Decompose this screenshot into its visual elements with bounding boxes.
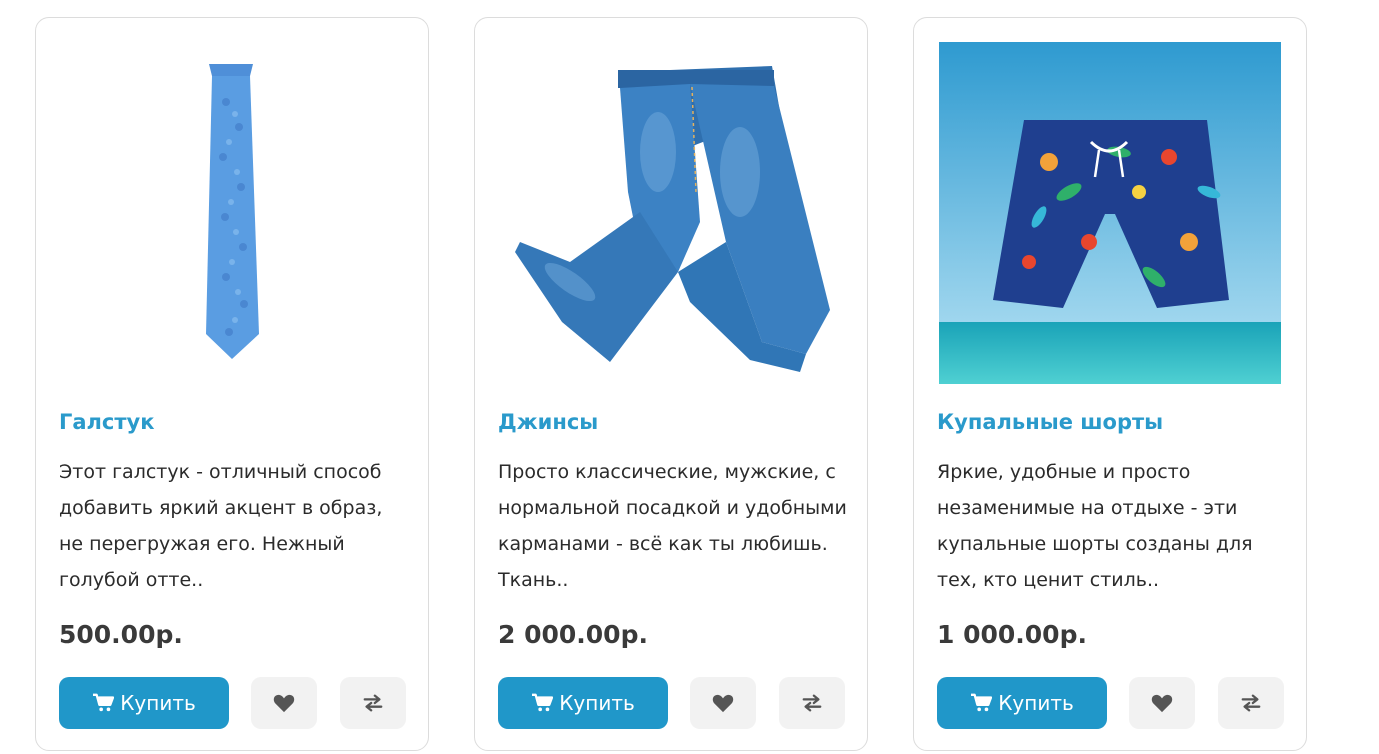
product-image-tie[interactable] — [61, 42, 403, 384]
add-to-wishlist-button[interactable] — [690, 677, 756, 729]
buy-button[interactable]: Купить — [937, 677, 1107, 729]
add-to-compare-button[interactable] — [1218, 677, 1284, 729]
compare-arrows-icon — [363, 694, 383, 712]
add-to-wishlist-button[interactable] — [1129, 677, 1195, 729]
cart-icon — [532, 693, 554, 712]
product-price: 2 000.00р. — [498, 620, 648, 649]
buy-button[interactable]: Купить — [59, 677, 229, 729]
product-description: Яркие, удобные и просто незаменимые на о… — [937, 461, 1253, 591]
compare-arrows-icon — [802, 694, 822, 712]
add-to-wishlist-button[interactable] — [251, 677, 317, 729]
add-to-compare-button[interactable] — [779, 677, 845, 729]
buy-button-label: Купить — [559, 691, 635, 715]
product-image-jeans[interactable] — [500, 42, 842, 384]
product-card: Джинсы Просто классические, мужские, с н… — [474, 17, 868, 751]
product-image-swim-shorts[interactable] — [939, 42, 1281, 384]
product-title[interactable]: Купальные шорты — [937, 410, 1163, 434]
cart-icon — [93, 693, 115, 712]
cart-icon — [971, 693, 993, 712]
product-price: 1 000.00р. — [937, 620, 1087, 649]
product-price: 500.00р. — [59, 620, 183, 649]
product-title[interactable]: Джинсы — [498, 410, 598, 434]
compare-arrows-icon — [1241, 694, 1261, 712]
buy-button-label: Купить — [120, 691, 196, 715]
heart-icon — [273, 694, 295, 713]
heart-icon — [712, 694, 734, 713]
product-card: Купальные шорты Яркие, удобные и просто … — [913, 17, 1307, 751]
product-title[interactable]: Галстук — [59, 410, 155, 434]
buy-button[interactable]: Купить — [498, 677, 668, 729]
buy-button-label: Купить — [998, 691, 1074, 715]
product-card: Галстук Этот галстук - отличный способ д… — [35, 17, 429, 751]
product-description: Этот галстук - отличный способ добавить … — [59, 461, 383, 591]
add-to-compare-button[interactable] — [340, 677, 406, 729]
product-description: Просто классические, мужские, с нормальн… — [498, 461, 847, 591]
heart-icon — [1151, 694, 1173, 713]
